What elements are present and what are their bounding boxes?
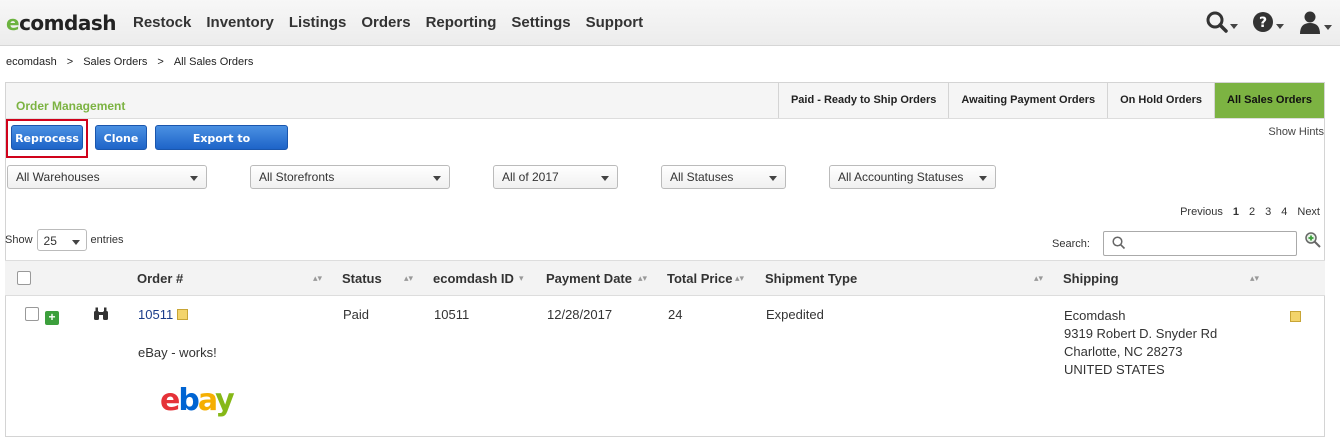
col-order[interactable]: Order # (137, 271, 183, 286)
search-input[interactable] (1103, 231, 1297, 256)
help-menu[interactable]: ? (1252, 11, 1284, 33)
select-all-checkbox[interactable] (17, 271, 31, 285)
shipment-type-cell: Expedited (766, 307, 824, 322)
pagination: Previous 1 2 3 4 Next (1170, 206, 1320, 218)
show-hints-link[interactable]: Show Hints (1268, 126, 1324, 138)
year-filter[interactable]: All of 2017 (493, 165, 618, 189)
nav-listings[interactable]: Listings (289, 14, 347, 31)
nav-settings[interactable]: Settings (511, 14, 570, 31)
chevron-down-icon (1324, 25, 1332, 30)
help-icon: ? (1253, 12, 1273, 32)
search-menu[interactable] (1206, 11, 1238, 33)
chevron-down-icon (190, 176, 198, 181)
shipping-note-icon[interactable] (1290, 311, 1301, 322)
breadcrumb-ecomdash[interactable]: ecomdash (6, 56, 57, 68)
sort-icon[interactable]: ▴▾ (313, 273, 322, 284)
chevron-down-icon (601, 176, 609, 181)
tab-paid-ready-to-ship[interactable]: Paid - Ready to Ship Orders (777, 83, 949, 118)
order-note: eBay - works! (138, 345, 217, 360)
ecomdash-logo[interactable]: ecomdash (6, 11, 116, 35)
chevron-down-icon (433, 176, 441, 181)
page-length-select[interactable]: 25 (36, 229, 87, 251)
accounting-status-filter[interactable]: All Accounting Statuses (829, 165, 996, 189)
total-price-cell: 24 (668, 307, 683, 322)
tab-all-sales-orders[interactable]: All Sales Orders (1214, 83, 1324, 118)
chevron-down-icon (979, 176, 987, 181)
top-icons: ? (1192, 10, 1332, 34)
pager-page-1[interactable]: 1 (1233, 206, 1239, 218)
search-icon (1206, 11, 1228, 33)
pager-page-3[interactable]: 3 (1265, 206, 1271, 218)
chevron-down-icon (1276, 24, 1284, 29)
chevron-down-icon (71, 240, 80, 245)
nav-reporting[interactable]: Reporting (426, 14, 497, 31)
nav-orders[interactable]: Orders (361, 14, 410, 31)
show-entries: Show 25 entries (5, 229, 124, 251)
export-quickbooks-button[interactable]: Export to QuickBooks (155, 125, 288, 170)
status-filter[interactable]: All Statuses (661, 165, 786, 189)
shipping-address-cell: Ecomdash 9319 Robert D. Snyder Rd Charlo… (1064, 308, 1218, 377)
tab-awaiting-payment[interactable]: Awaiting Payment Orders (948, 83, 1108, 118)
sort-icon[interactable]: ▴▾ (735, 273, 744, 284)
search-icon (1112, 236, 1126, 250)
sort-icon[interactable]: ▴▾ (638, 273, 647, 284)
order-number-cell: 10511 (138, 307, 189, 322)
payment-date-cell: 12/28/2017 (547, 307, 613, 322)
top-navbar: ecomdash Restock Inventory Listings Orde… (0, 0, 1340, 46)
breadcrumb-separator: > (66, 56, 74, 68)
order-tabs: Paid - Ready to Ship Orders Awaiting Pay… (777, 83, 1324, 118)
nav-restock[interactable]: Restock (133, 14, 191, 31)
breadcrumb-sales-orders[interactable]: Sales Orders (83, 56, 147, 68)
breadcrumb-all-sales-orders: All Sales Orders (173, 56, 254, 68)
clone-button[interactable]: Clone (95, 125, 147, 150)
main-nav: Restock Inventory Listings Orders Report… (133, 14, 658, 31)
pager-page-2[interactable]: 2 (1249, 206, 1255, 218)
sort-icon[interactable]: ▴▾ (404, 273, 413, 284)
col-ecomdash-id[interactable]: ecomdash ID (433, 271, 514, 286)
col-payment-date[interactable]: Payment Date (546, 271, 632, 286)
chevron-down-icon (1230, 24, 1238, 29)
reprocess-button[interactable]: Reprocess (11, 125, 83, 150)
status-cell: Paid (343, 307, 370, 322)
expand-row-icon[interactable]: + (45, 311, 59, 325)
user-icon (1300, 11, 1320, 34)
col-status[interactable]: Status (342, 271, 382, 286)
sort-icon[interactable]: ▴▾ (1034, 273, 1043, 284)
nav-inventory[interactable]: Inventory (206, 14, 274, 31)
nav-support[interactable]: Support (586, 14, 644, 31)
binoculars-icon[interactable] (93, 307, 109, 321)
breadcrumb: ecomdash > Sales Orders > All Sales Orde… (6, 56, 263, 68)
order-number-link[interactable]: 10511 (138, 307, 173, 322)
tab-on-hold[interactable]: On Hold Orders (1107, 83, 1214, 118)
pager-page-4[interactable]: 4 (1281, 206, 1287, 218)
sort-desc-icon[interactable]: ▾ (519, 273, 524, 284)
ebay-logo: ebay (160, 383, 235, 418)
sort-icon[interactable]: ▴▾ (1250, 273, 1259, 284)
orders-table-header: Order # ▴▾ Status ▴▾ ecomdash ID ▾ Payme… (5, 260, 1325, 296)
warehouse-filter[interactable]: All Warehouses (7, 165, 207, 189)
col-total-price[interactable]: Total Price (667, 271, 733, 286)
svg-text:?: ? (1259, 15, 1267, 31)
note-icon[interactable] (177, 309, 189, 320)
col-shipping[interactable]: Shipping (1063, 271, 1119, 286)
user-menu[interactable] (1298, 10, 1332, 34)
pager-next[interactable]: Next (1297, 206, 1320, 218)
chevron-down-icon (769, 176, 777, 181)
storefront-filter[interactable]: All Storefronts (250, 165, 450, 189)
panel-header: Order Management Paid - Ready to Ship Or… (6, 83, 1324, 119)
col-shipment-type[interactable]: Shipment Type (765, 271, 857, 286)
row-checkbox[interactable] (25, 307, 39, 321)
breadcrumb-separator: > (157, 56, 164, 68)
advanced-search-icon[interactable] (1304, 231, 1322, 249)
ecomdash-id-cell: 10511 (434, 307, 470, 322)
panel-title: Order Management (16, 99, 126, 113)
pager-previous[interactable]: Previous (1180, 206, 1223, 218)
search-label: Search: (1052, 238, 1090, 250)
